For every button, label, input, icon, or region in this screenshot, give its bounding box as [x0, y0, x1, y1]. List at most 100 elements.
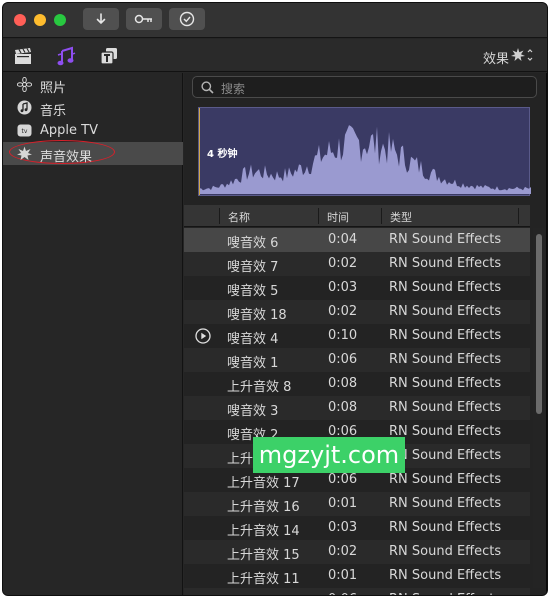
cell-name: 嗖音效 1 — [227, 356, 279, 371]
cell-name: 嗖音效 18 — [227, 308, 287, 323]
cell-name: 嗖音效 5 — [227, 284, 279, 299]
cell-time: 0:02 — [328, 544, 358, 559]
cell-type: RN Sound Effects — [389, 352, 502, 367]
table-row[interactable]: 上升音效 10 0:06 RN Sound Effects — [184, 588, 530, 595]
sidebar-item-label: Apple TV — [40, 123, 98, 138]
cell-type: RN Sound Effects — [389, 304, 502, 319]
cell-type: RN Sound Effects — [389, 232, 502, 247]
column-header-name[interactable]: 名称 — [228, 209, 250, 225]
app-window: 效果 照片 音乐 tv Apple TV 声音效果 搜索 4 秒钟 名称 时间 … — [2, 2, 548, 596]
effects-burst-icon[interactable] — [511, 47, 533, 63]
table-row[interactable]: 嗖音效 4 0:10 RN Sound Effects — [184, 324, 530, 348]
cell-name: 上升音效 10 — [227, 592, 300, 595]
flower-icon — [17, 77, 32, 92]
cell-type: RN Sound Effects — [389, 592, 501, 595]
table-row[interactable]: 嗖音效 5 0:03 RN Sound Effects — [184, 276, 530, 300]
arrow-down-icon — [96, 13, 106, 25]
maximize-window-button[interactable] — [54, 14, 66, 26]
cell-time: 0:02 — [328, 304, 358, 319]
cell-time: 0:06 — [328, 592, 357, 595]
window-edge — [546, 73, 547, 595]
column-header-time[interactable]: 时间 — [327, 209, 349, 225]
column-divider — [219, 208, 220, 224]
cell-type: RN Sound Effects — [389, 280, 502, 295]
background-tasks-button[interactable] — [169, 8, 205, 30]
table-row[interactable]: 嗖音效 3 0:08 RN Sound Effects — [184, 396, 530, 420]
sound-effects-browser: 搜索 4 秒钟 名称 时间 类型 嗖音效 6 0:04 RN Sound Effec… — [184, 73, 547, 595]
apple-tv-icon: tv — [17, 124, 32, 137]
library-sidebar: 照片 音乐 tv Apple TV 声音效果 — [3, 73, 183, 595]
scrollbar-thumb[interactable] — [536, 234, 542, 414]
waveform-preview[interactable]: 4 秒钟 — [198, 107, 531, 196]
browser-tab-bar: 效果 — [3, 39, 547, 72]
cell-type: RN Sound Effects — [389, 376, 502, 391]
cell-time: 0:06 — [328, 352, 358, 367]
clapboard-icon[interactable] — [12, 45, 34, 67]
table-row[interactable]: 嗖音效 1 0:06 RN Sound Effects — [184, 348, 530, 372]
column-divider — [381, 208, 382, 224]
column-divider — [518, 208, 519, 224]
sidebar-item-photos[interactable]: 照片 — [3, 73, 183, 96]
cell-time: 0:08 — [328, 376, 358, 391]
table-row[interactable]: 嗖音效 7 0:02 RN Sound Effects — [184, 252, 530, 276]
search-placeholder: 搜索 — [221, 82, 246, 96]
cell-type: RN Sound Effects — [389, 424, 502, 439]
table-row[interactable]: 上升音效 8 0:08 RN Sound Effects — [184, 372, 530, 396]
cell-time: 0:02 — [328, 256, 358, 271]
cell-type: RN Sound Effects — [389, 472, 502, 487]
cell-name: 上升音效 16 — [227, 500, 300, 515]
table-header: 名称 时间 类型 — [184, 205, 530, 227]
sidebar-item-apple-tv[interactable]: tv Apple TV — [3, 119, 183, 142]
cell-name: 上升音效 17 — [227, 476, 300, 491]
table-row[interactable]: 上升音效 16 0:01 RN Sound Effects — [184, 492, 530, 516]
table-row[interactable]: 嗖音效 18 0:02 RN Sound Effects — [184, 300, 530, 324]
cell-time: 0:03 — [328, 280, 358, 295]
sidebar-item-label: 照片 — [40, 81, 67, 96]
cell-time: 0:01 — [328, 496, 358, 511]
cell-time: 0:01 — [328, 568, 358, 583]
cell-name: 嗖音效 7 — [227, 260, 279, 275]
cell-time: 0:06 — [328, 472, 358, 487]
cell-name: 上升音效 8 — [227, 380, 292, 395]
cell-name: 嗖音效 4 — [227, 332, 279, 347]
sidebar-item-label: 音乐 — [40, 104, 67, 119]
cell-type: RN Sound Effects — [389, 520, 502, 535]
cell-type: RN Sound Effects — [389, 544, 502, 559]
sound-effects-table: 嗖音效 6 0:04 RN Sound Effects 嗖音效 7 0:02 RN Sou… — [184, 228, 530, 595]
music-notes-icon[interactable] — [55, 45, 77, 67]
cell-name: 上升音效 14 — [227, 524, 300, 539]
table-row[interactable]: 上升音效 11 0:01 RN Sound Effects — [184, 564, 530, 588]
audio-waveform — [199, 125, 531, 194]
playhead[interactable] — [199, 108, 200, 195]
cell-type: RN Sound Effects — [389, 256, 502, 271]
sidebar-item-music[interactable]: 音乐 — [3, 96, 183, 119]
search-input[interactable]: 搜索 — [192, 76, 537, 98]
svg-text:tv: tv — [22, 128, 28, 135]
table-row[interactable]: 嗖音效 6 0:04 RN Sound Effects — [184, 228, 530, 252]
cell-time: 0:04 — [328, 232, 358, 247]
key-icon — [134, 14, 152, 24]
titles-icon[interactable] — [98, 45, 120, 67]
vertical-scrollbar[interactable] — [533, 228, 545, 588]
close-window-button[interactable] — [14, 14, 26, 26]
cell-time: 0:03 — [328, 520, 358, 535]
checkmark-circle-icon — [179, 11, 195, 27]
table-row[interactable]: 上升音效 14 0:03 RN Sound Effects — [184, 516, 530, 540]
search-icon — [201, 81, 214, 94]
cell-type: RN Sound Effects — [389, 496, 502, 511]
keyword-button[interactable] — [126, 8, 162, 30]
table-row[interactable]: 上升音效 15 0:02 RN Sound Effects — [184, 540, 530, 564]
cell-name: 上升音效 15 — [227, 548, 300, 563]
watermark: mgzyjt.com — [253, 437, 405, 473]
cell-name: 嗖音效 6 — [227, 236, 279, 251]
cell-time: 0:08 — [328, 400, 358, 415]
cell-name: 嗖音效 3 — [227, 404, 279, 419]
cell-type: RN Sound Effects — [389, 568, 502, 583]
play-icon[interactable] — [195, 328, 211, 344]
music-note-icon — [17, 100, 32, 115]
minimize-window-button[interactable] — [34, 14, 46, 26]
column-header-type[interactable]: 类型 — [390, 209, 412, 225]
effects-dropdown-label[interactable]: 效果 — [483, 48, 509, 67]
sidebar-item-sound-effects[interactable]: 声音效果 — [3, 140, 183, 165]
import-button[interactable] — [83, 8, 119, 30]
